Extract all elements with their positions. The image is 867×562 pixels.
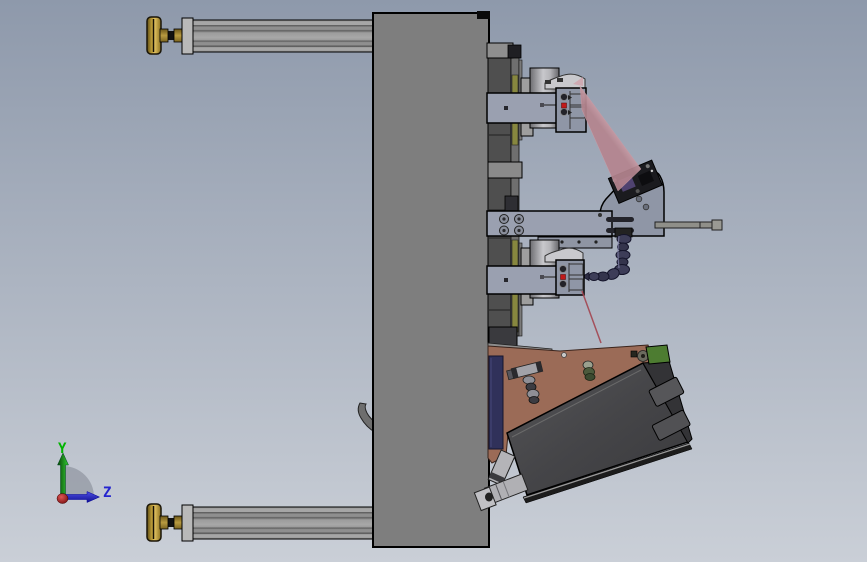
y-axis-label: Y — [58, 441, 67, 457]
square-pad — [630, 350, 638, 358]
fitting-bore — [485, 492, 493, 502]
bracket-slot — [606, 217, 634, 222]
cylinder-body — [192, 506, 376, 540]
cad-viewport[interactable]: Y Z — [0, 0, 867, 562]
mid-block — [487, 161, 523, 179]
z-axis-label: Z — [103, 485, 111, 501]
end-cap — [181, 504, 194, 542]
bracket-screw — [559, 280, 567, 288]
x-axis-origin — [56, 493, 69, 504]
rod-nut — [159, 515, 169, 530]
end-cap — [181, 17, 194, 55]
rod-nut — [159, 28, 169, 43]
rail-plate — [487, 42, 512, 345]
rod-nut — [173, 515, 183, 530]
base-plate[interactable] — [372, 12, 490, 548]
module-arm — [486, 92, 560, 124]
green-cylinder — [584, 373, 596, 381]
bracket-hole — [642, 203, 650, 211]
support-rod — [654, 221, 716, 229]
rod-end-fitting — [711, 219, 723, 231]
laser-aperture — [561, 102, 567, 109]
box-green-cap — [645, 344, 671, 365]
model-scene[interactable]: Y Z — [0, 0, 867, 562]
bracket-screw — [560, 93, 568, 101]
bracket-hole — [635, 195, 643, 203]
cylinder-body — [192, 19, 376, 53]
small-screw — [598, 213, 602, 217]
rod-nut — [173, 28, 183, 43]
plate-corner-cap — [477, 11, 490, 19]
bracket-screw — [559, 265, 567, 273]
screw-head — [561, 352, 567, 358]
module-arm — [486, 265, 560, 295]
bracket-screw — [560, 108, 568, 116]
laser-aperture — [560, 274, 566, 280]
sensor-block — [507, 44, 522, 59]
